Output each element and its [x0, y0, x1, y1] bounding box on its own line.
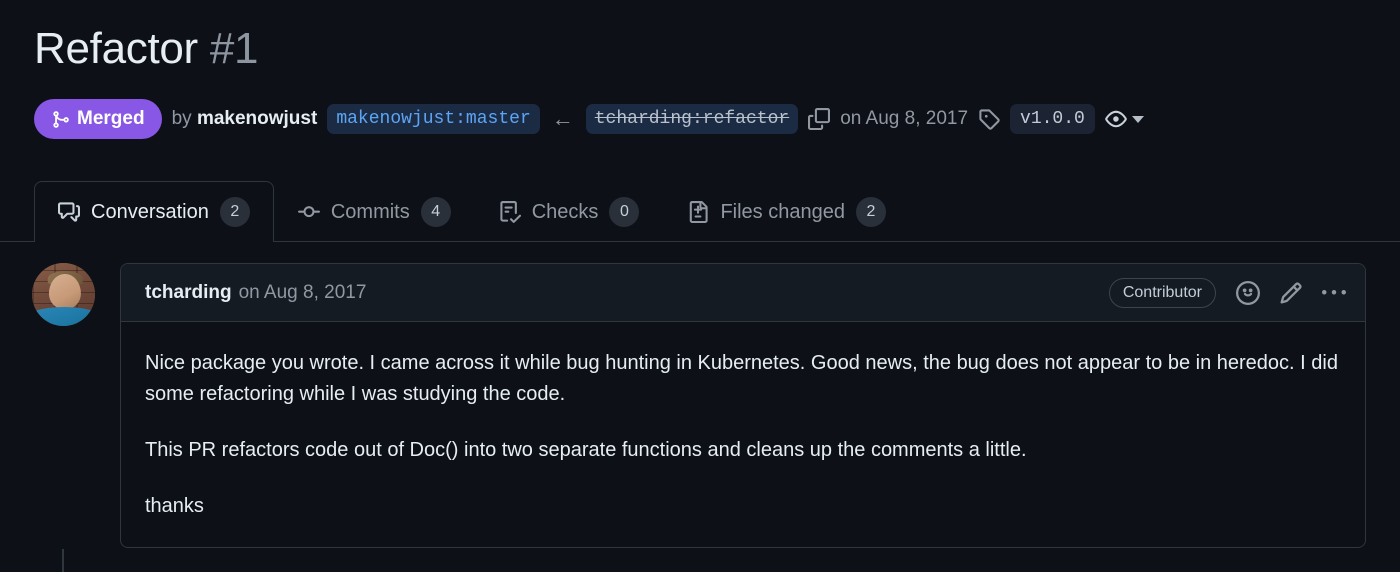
pr-meta-row: Merged by makenowjust makenowjust:master… — [34, 99, 1144, 139]
tab-label: Conversation — [91, 200, 209, 223]
smiley-icon[interactable] — [1236, 280, 1260, 305]
git-commit-icon — [297, 201, 320, 223]
avatar[interactable] — [32, 263, 95, 326]
arrow-left-icon: ← — [551, 106, 574, 131]
comment-timestamp: on Aug 8, 2017 — [238, 281, 367, 303]
pr-author: makenowjust — [196, 108, 318, 129]
comment-discussion-icon — [58, 201, 80, 223]
chevron-down-icon[interactable] — [1131, 115, 1144, 123]
tab-counter: 2 — [855, 197, 886, 227]
pr-number: #1 — [209, 24, 259, 73]
tab-counter: 0 — [609, 197, 640, 227]
kebab-horizontal-icon[interactable] — [1322, 281, 1346, 305]
comment-paragraph: This PR refactors code out of Doc() into… — [145, 439, 1027, 461]
head-branch-chip[interactable]: makenowjust:master — [327, 104, 540, 134]
tab-files-changed[interactable]: Files changed 2 — [663, 181, 910, 242]
eye-icon[interactable] — [1105, 108, 1127, 130]
git-merge-icon — [51, 110, 70, 129]
avatar-shirt — [32, 307, 95, 326]
pull-request-page: Refactor #1 Merged by makenowjust makeno… — [0, 0, 1400, 572]
checklist-icon — [499, 201, 521, 223]
page-title: Refactor #1 — [34, 24, 259, 74]
pr-title-text: Refactor — [34, 24, 198, 73]
tab-commits[interactable]: Commits 4 — [274, 181, 475, 242]
status-badge-label: Merged — [77, 108, 145, 129]
comment-card: tcharding on Aug 8, 2017 Contributor Nic… — [120, 263, 1366, 548]
tab-label: Files changed — [720, 200, 845, 223]
copy-icon[interactable] — [808, 108, 831, 130]
watch-control[interactable] — [1105, 108, 1144, 130]
tab-counter: 4 — [420, 197, 451, 227]
pencil-icon[interactable] — [1279, 281, 1303, 305]
comment-author[interactable]: tcharding — [145, 282, 232, 304]
contributor-badge: Contributor — [1108, 277, 1216, 308]
comment-paragraph: Nice package you wrote. I came across it… — [145, 352, 1338, 405]
tab-label: Commits — [330, 200, 410, 223]
tag-icon — [978, 108, 1000, 130]
tab-conversation[interactable]: Conversation 2 — [34, 181, 274, 243]
by-label: by — [171, 108, 192, 129]
comment-arrow — [121, 280, 132, 304]
tab-label: Checks — [531, 200, 599, 223]
author-line: by makenowjust — [172, 108, 318, 130]
tab-checks[interactable]: Checks 0 — [475, 181, 664, 242]
tab-counter: 2 — [219, 197, 250, 227]
comment-header: tcharding on Aug 8, 2017 Contributor — [121, 264, 1365, 322]
base-branch-chip[interactable]: tcharding:refactor — [585, 104, 799, 134]
pr-tabs: Conversation 2 Commits 4 Checks 0 Files … — [0, 180, 1400, 243]
file-diff-icon — [687, 201, 709, 223]
pr-date: on Aug 8, 2017 — [840, 108, 969, 129]
timeline-connector — [62, 549, 64, 572]
avatar-face — [48, 273, 82, 309]
status-badge-merged: Merged — [34, 99, 162, 139]
comment-body: Nice package you wrote. I came across it… — [121, 322, 1365, 542]
version-tag-chip[interactable]: v1.0.0 — [1010, 104, 1095, 134]
comment-paragraph: thanks — [145, 495, 204, 517]
